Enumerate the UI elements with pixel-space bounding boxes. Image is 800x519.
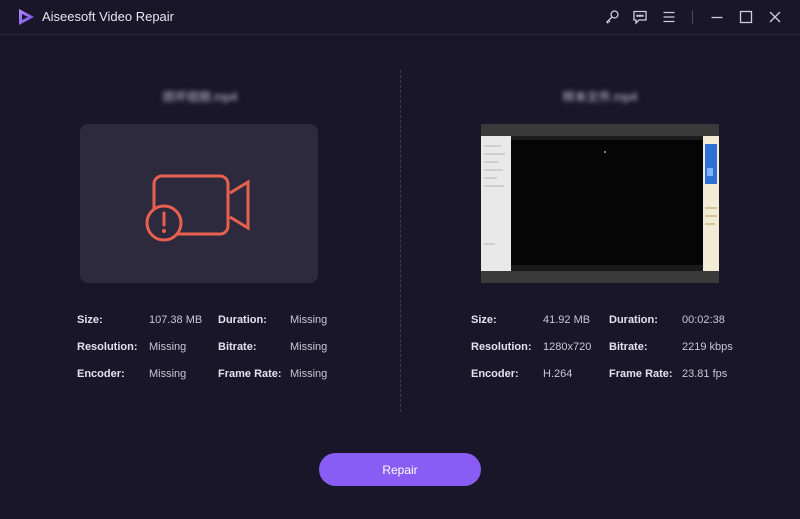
sample-video-thumbnail: [481, 124, 719, 283]
video-preview-image: [481, 124, 719, 283]
app-logo-icon: [19, 9, 34, 25]
menu-icon[interactable]: [657, 5, 681, 29]
duration-label: Duration:: [609, 314, 658, 326]
bitrate-label: Bitrate:: [609, 341, 648, 353]
framerate-value: 23.81 fps: [682, 368, 728, 380]
framerate-value: Missing: [290, 368, 328, 380]
corrupted-video-info: Size: 107.38 MB Duration: Missing Resolu…: [77, 314, 377, 394]
size-value: 41.92 MB: [543, 314, 591, 326]
resolution-label: Resolution:: [77, 341, 138, 353]
resolution-value: Missing: [149, 341, 187, 353]
duration-value: Missing: [290, 314, 328, 326]
bitrate-value: 2219 kbps: [682, 341, 733, 353]
sample-filename: 样本文件.mp4: [562, 90, 638, 104]
encoder-value: H.264: [543, 368, 573, 380]
resolution-label: Resolution:: [471, 341, 532, 353]
video-error-icon: [145, 174, 250, 242]
maximize-icon[interactable]: [734, 5, 758, 29]
repair-button[interactable]: Repair: [319, 453, 481, 486]
size-label: Size:: [77, 314, 103, 326]
titlebar-separator: [692, 10, 693, 24]
app-title: Aiseesoft Video Repair: [42, 9, 175, 24]
sample-video-info: Size: 41.92 MB Duration: 00:02:38 Resolu…: [471, 314, 771, 394]
bitrate-value: Missing: [290, 341, 328, 353]
feedback-icon[interactable]: [628, 5, 652, 29]
size-value: 107.38 MB: [149, 314, 203, 326]
close-icon[interactable]: [763, 5, 787, 29]
encoder-label: Encoder:: [77, 368, 125, 380]
panel-divider: [400, 70, 401, 412]
corrupted-filename: 损坏视频.mp4: [162, 90, 238, 104]
bitrate-label: Bitrate:: [218, 341, 257, 353]
resolution-value: 1280x720: [543, 341, 592, 353]
key-icon[interactable]: [600, 5, 624, 29]
framerate-label: Frame Rate:: [609, 368, 673, 380]
framerate-label: Frame Rate:: [218, 368, 282, 380]
size-label: Size:: [471, 314, 497, 326]
encoder-value: Missing: [149, 368, 187, 380]
corrupted-video-thumbnail: [80, 124, 318, 283]
duration-value: 00:02:38: [682, 314, 725, 326]
duration-label: Duration:: [218, 314, 267, 326]
title-bar: Aiseesoft Video Repair: [0, 0, 800, 35]
minimize-icon[interactable]: [705, 5, 729, 29]
encoder-label: Encoder:: [471, 368, 519, 380]
